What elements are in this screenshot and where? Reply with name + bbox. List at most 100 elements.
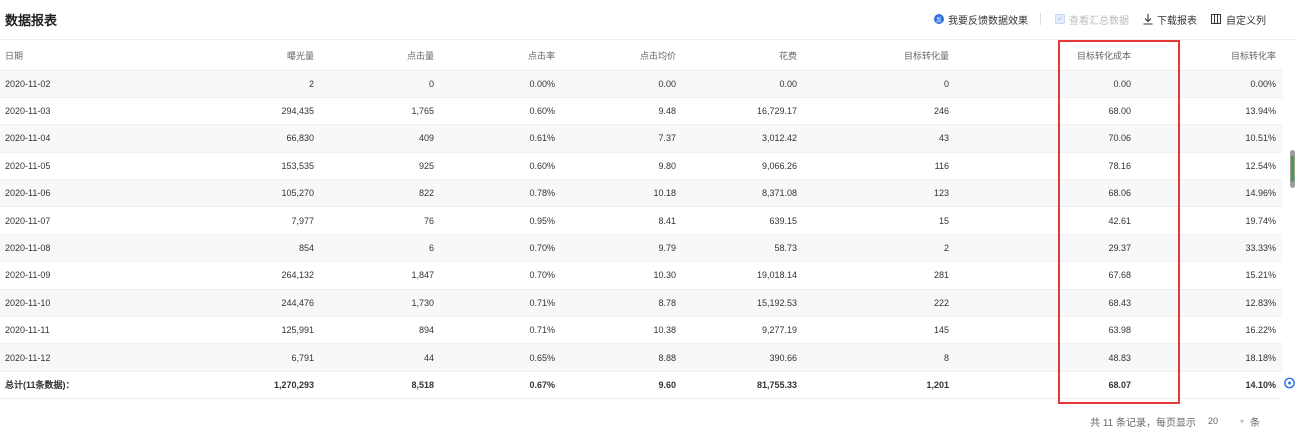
pagination-summary: 共 11 条记录，每页显示 (1090, 417, 1196, 429)
total-cell: 0.67% (440, 371, 561, 399)
scrollbar-thumb[interactable] (1290, 150, 1295, 188)
table-cell: 2020-11-06 (0, 179, 100, 208)
custom-columns-button[interactable]: 自定义列 (1211, 12, 1266, 27)
table-cell: 29.37 (955, 234, 1137, 263)
pagination-unit: 条 (1250, 417, 1260, 429)
table-cell: 48.83 (955, 343, 1137, 372)
total-cell: 68.07 (955, 371, 1137, 399)
table-row: 2020-11-04 66,830 409 0.61% 7.37 3,012.42 43 70… (0, 124, 1282, 153)
feedback-button[interactable]: 反 我要反馈数据效果 (934, 12, 1028, 27)
total-cell: 9.60 (561, 371, 682, 399)
table-row: 2020-11-06 105,270 822 0.78% 10.18 8,371.08 12… (0, 179, 1282, 208)
table-cell: 0.70% (440, 234, 561, 263)
column-header-conversion-rate[interactable]: 目标转化率 (1137, 41, 1282, 71)
table-cell: 2020-11-07 (0, 206, 100, 235)
column-header-date[interactable]: 日期 (0, 41, 100, 71)
column-header-conversion-cost[interactable]: 目标转化成本 (955, 41, 1137, 71)
table-cell: 66,830 (100, 124, 320, 153)
table-cell: 2 (100, 70, 320, 98)
total-cell: 1,270,293 (100, 371, 320, 399)
table-cell: 15.21% (1137, 261, 1282, 290)
table-cell: 9.79 (561, 234, 682, 263)
table-cell: 246 (803, 97, 955, 126)
table-cell: 43 (803, 124, 955, 153)
help-icon[interactable] (1283, 374, 1296, 392)
table-cell: 0 (320, 70, 440, 98)
summary-data-checkbox[interactable]: ✓ 查看汇总数据 (1055, 12, 1129, 27)
table-cell: 15,192.53 (682, 289, 803, 318)
custom-columns-label: 自定义列 (1226, 15, 1266, 27)
table-cell: 7.37 (561, 124, 682, 153)
table-cell: 19,018.14 (682, 261, 803, 290)
table-cell: 0 (803, 70, 955, 98)
total-label: 总计(11条数据)： (0, 371, 100, 399)
table-cell: 16,729.17 (682, 97, 803, 126)
columns-icon (1211, 14, 1221, 24)
table-row: 2020-11-05 153,535 925 0.60% 9.80 9,066.26 116… (0, 152, 1282, 181)
table-cell: 16.22% (1137, 316, 1282, 345)
table-cell: 33.33% (1137, 234, 1282, 263)
page-title: 数据报表 (5, 13, 58, 28)
table-cell: 1,765 (320, 97, 440, 126)
chevron-down-icon: ▾ (1239, 416, 1244, 426)
column-header-clicks[interactable]: 点击量 (320, 41, 440, 71)
table-cell: 58.73 (682, 234, 803, 263)
table-row: 2020-11-08 854 6 0.70% 9.79 58.73 2 29.37 33.33% (0, 234, 1282, 263)
table-cell: 0.78% (440, 179, 561, 208)
table-cell: 639.15 (682, 206, 803, 235)
report-table: 日期 曝光量 点击量 点击率 点击均价 花费 目标转化量 目标转化成本 目标转化… (0, 41, 1282, 399)
table-cell: 0.60% (440, 97, 561, 126)
table-cell: 10.38 (561, 316, 682, 345)
table-cell: 822 (320, 179, 440, 208)
toolbar-divider (1040, 13, 1041, 25)
table-cell: 0.71% (440, 316, 561, 345)
table-cell: 390.66 (682, 343, 803, 372)
table-cell: 8.88 (561, 343, 682, 372)
table-cell: 244,476 (100, 289, 320, 318)
total-cell: 81,755.33 (682, 371, 803, 399)
column-header-cpc[interactable]: 点击均价 (561, 41, 682, 71)
table-cell: 105,270 (100, 179, 320, 208)
table-cell: 12.54% (1137, 152, 1282, 181)
table-cell: 222 (803, 289, 955, 318)
table-cell: 894 (320, 316, 440, 345)
table-cell: 0.00 (561, 70, 682, 98)
table-cell: 1,730 (320, 289, 440, 318)
feedback-label: 我要反馈数据效果 (948, 15, 1028, 27)
download-icon (1143, 13, 1153, 25)
table-cell: 854 (100, 234, 320, 263)
table-cell: 19.74% (1137, 206, 1282, 235)
table-cell: 3,012.42 (682, 124, 803, 153)
download-report-button[interactable]: 下载报表 (1143, 12, 1197, 27)
table-cell: 125,991 (100, 316, 320, 345)
table-row: 2020-11-02 2 0 0.00% 0.00 0.00 0 0.00 0.00% (0, 70, 1282, 98)
summary-data-label: 查看汇总数据 (1069, 15, 1129, 27)
table-cell: 76 (320, 206, 440, 235)
table-cell: 68.06 (955, 179, 1137, 208)
table-cell: 925 (320, 152, 440, 181)
table-cell: 2020-11-03 (0, 97, 100, 126)
table-cell: 0.65% (440, 343, 561, 372)
table-cell: 78.16 (955, 152, 1137, 181)
column-header-cost[interactable]: 花费 (682, 41, 803, 71)
table-cell: 1,847 (320, 261, 440, 290)
table-cell: 123 (803, 179, 955, 208)
table-cell: 8.41 (561, 206, 682, 235)
table-cell: 6 (320, 234, 440, 263)
table-cell: 70.06 (955, 124, 1137, 153)
table-row: 2020-11-09 264,132 1,847 0.70% 10.30 19,018.1… (0, 261, 1282, 290)
table-cell: 63.98 (955, 316, 1137, 345)
table-cell: 68.00 (955, 97, 1137, 126)
table-cell: 2020-11-12 (0, 343, 100, 372)
page-size-select[interactable]: 20 ▾ (1204, 412, 1244, 430)
table-cell: 14.96% (1137, 179, 1282, 208)
column-header-impressions[interactable]: 曝光量 (100, 41, 320, 71)
table-cell: 13.94% (1137, 97, 1282, 126)
report-header: 数据报表 反 我要反馈数据效果 ✓ 查看汇总数据 下载报表 自定义列 (0, 0, 1296, 40)
column-header-conversions[interactable]: 目标转化量 (803, 41, 955, 71)
column-header-ctr[interactable]: 点击率 (440, 41, 561, 71)
pagination: 共 11 条记录，每页显示 20 ▾ 条 (1090, 412, 1260, 430)
table-cell: 116 (803, 152, 955, 181)
table-cell: 2020-11-09 (0, 261, 100, 290)
table-cell: 9.80 (561, 152, 682, 181)
